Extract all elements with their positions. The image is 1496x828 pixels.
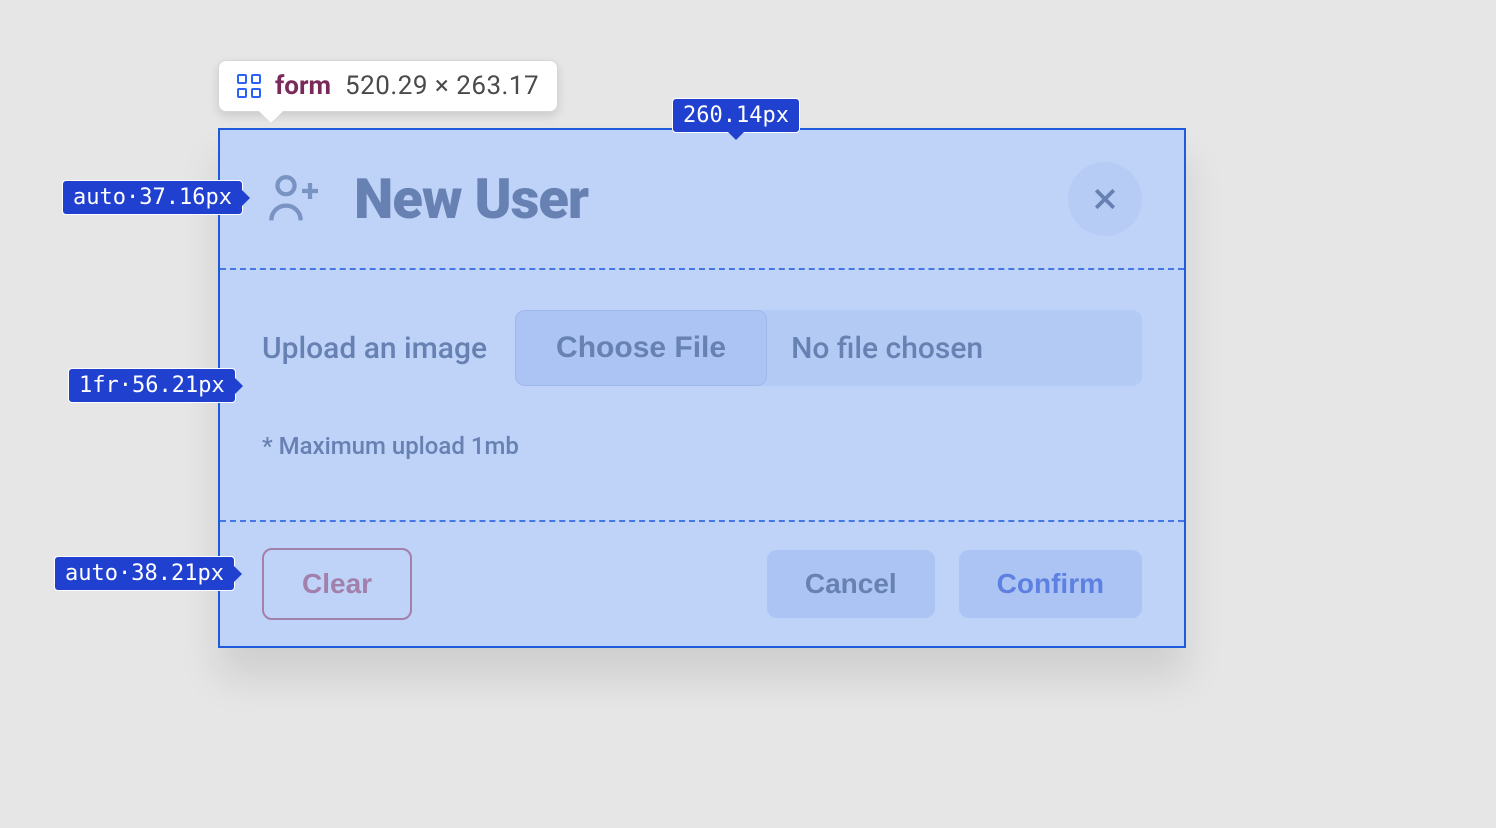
grid-row1-size-badge: auto·37.16px xyxy=(62,180,243,215)
clear-button[interactable]: Clear xyxy=(262,548,412,620)
upload-hint: * Maximum upload 1mb xyxy=(262,432,1142,460)
grid-icon xyxy=(237,74,261,98)
form-header: New User xyxy=(220,130,1184,268)
grid-row3-size-badge: auto·38.21px xyxy=(54,556,235,591)
choose-file-button[interactable]: Choose File xyxy=(515,310,767,386)
new-user-form: New User Upload an image Choose File No … xyxy=(218,128,1186,648)
tooltip-dimensions: 520.29 × 263.17 xyxy=(345,71,539,101)
confirm-button[interactable]: Confirm xyxy=(959,550,1142,618)
form-footer: Clear Cancel Confirm xyxy=(220,520,1184,646)
tooltip-tag: form xyxy=(275,71,331,101)
grid-row2-size-badge: 1fr·56.21px xyxy=(68,368,236,403)
close-icon xyxy=(1090,184,1120,214)
dialog-title: New User xyxy=(354,166,588,232)
file-input[interactable]: Choose File No file chosen xyxy=(515,310,1142,386)
devtools-tooltip: form 520.29 × 263.17 xyxy=(218,60,558,112)
file-status: No file chosen xyxy=(767,310,1142,386)
form-body: Upload an image Choose File No file chos… xyxy=(220,268,1184,520)
user-plus-icon xyxy=(262,167,326,231)
cancel-button[interactable]: Cancel xyxy=(767,550,935,618)
upload-label: Upload an image xyxy=(262,331,487,366)
grid-col-size-badge: 260.14px xyxy=(672,98,800,133)
close-button[interactable] xyxy=(1068,162,1142,236)
upload-line: Upload an image Choose File No file chos… xyxy=(262,310,1142,386)
